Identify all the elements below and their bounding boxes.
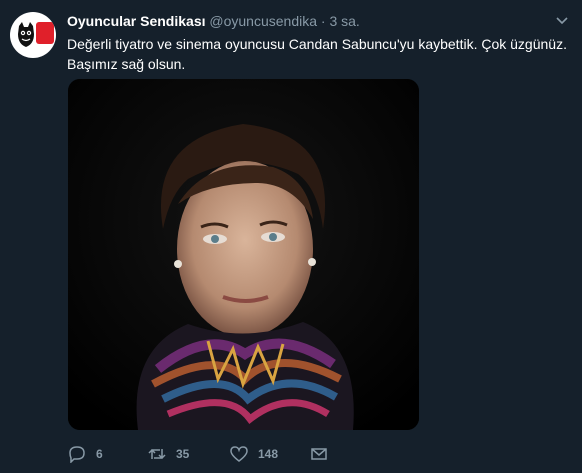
cat-logo-icon bbox=[18, 22, 34, 47]
direct-message-button[interactable] bbox=[310, 444, 328, 464]
tweet-photo[interactable] bbox=[68, 79, 419, 430]
heart-icon bbox=[230, 446, 248, 462]
avatar[interactable] bbox=[10, 12, 56, 58]
logo-badge bbox=[36, 22, 54, 44]
reply-button[interactable]: 6 bbox=[68, 444, 103, 464]
tweet-timestamp[interactable]: 3 sa. bbox=[329, 13, 359, 29]
tweet-actions: 6 35 148 bbox=[68, 444, 368, 464]
header-separator: · bbox=[320, 13, 326, 29]
author-name[interactable]: Oyuncular Sendikası bbox=[67, 13, 206, 29]
tweet-card[interactable]: Oyuncular Sendikası @oyuncusendika · 3 s… bbox=[0, 0, 582, 473]
reply-count: 6 bbox=[96, 447, 103, 461]
reply-icon bbox=[69, 446, 85, 463]
tweet-text-line: Değerli tiyatro ve sinema oyuncusu Canda… bbox=[67, 36, 567, 52]
chevron-down-icon[interactable] bbox=[555, 14, 569, 28]
tweet-header: Oyuncular Sendikası @oyuncusendika · 3 s… bbox=[67, 12, 360, 30]
tweet-text: Değerli tiyatro ve sinema oyuncusu Canda… bbox=[67, 34, 567, 74]
retweet-count: 35 bbox=[176, 447, 190, 461]
like-button[interactable]: 148 bbox=[230, 444, 278, 464]
retweet-button[interactable]: 35 bbox=[148, 444, 189, 464]
mail-icon bbox=[311, 448, 327, 460]
portrait-photo-icon bbox=[68, 79, 419, 430]
like-count: 148 bbox=[258, 447, 279, 461]
author-handle[interactable]: @oyuncusendika bbox=[209, 13, 317, 29]
retweet-icon bbox=[148, 448, 166, 460]
tweet-text-line: Başımız sağ olsun. bbox=[67, 56, 186, 72]
